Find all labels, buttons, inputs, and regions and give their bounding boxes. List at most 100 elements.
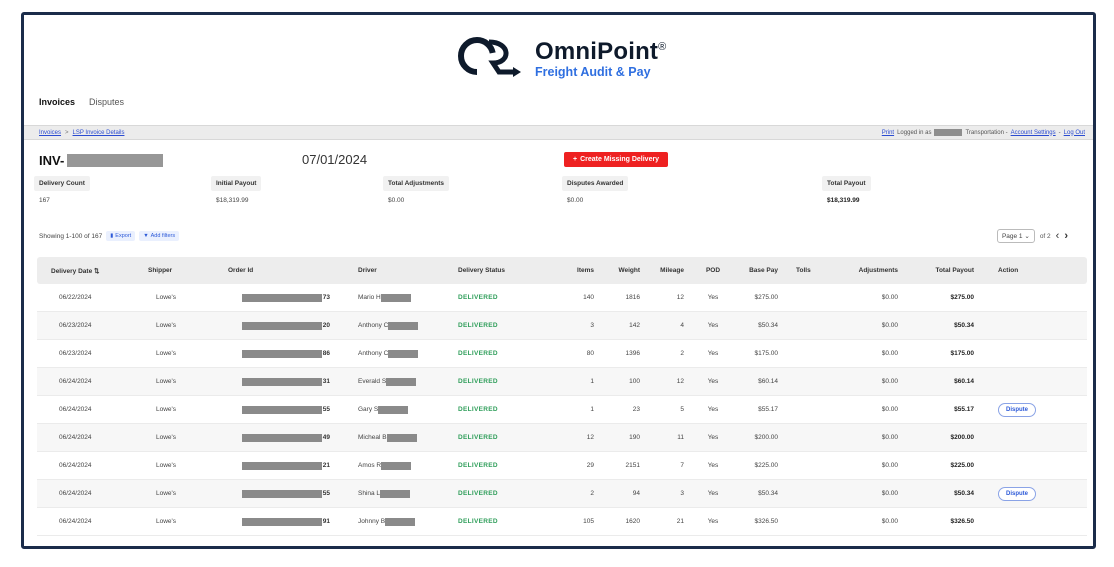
driver-name: Shina L <box>358 490 381 497</box>
account-settings-link[interactable]: Account Settings <box>1011 130 1056 136</box>
redacted-order-id <box>241 377 322 386</box>
cell-driver: Micheal B <box>348 433 448 442</box>
redacted-order-id <box>241 321 322 330</box>
header: OmniPoint® Freight Audit & Pay Invoices … <box>24 15 1093 125</box>
cell-items: 140 <box>583 294 594 301</box>
pagination: Page 1 ⌄ of 2 ‹ › <box>996 229 1068 243</box>
cell-items: 1 <box>590 378 594 385</box>
table-row[interactable]: 06/24/2024 Lowe's 55 Gary S DELIVERED 1 23 5 Yes… <box>37 396 1087 424</box>
breadcrumb-invoices[interactable]: Invoices <box>39 130 61 136</box>
cell-base-pay: $200.00 <box>754 434 779 441</box>
add-filters-button[interactable]: ▼ Add filters <box>139 231 180 241</box>
header-mileage: Mileage <box>660 267 684 274</box>
create-button-label: Create Missing Delivery <box>580 156 660 163</box>
order-id-suffix: 55 <box>322 490 330 497</box>
table-controls: Showing 1-100 of 167 ▮ Export ▼ Add filter… <box>24 228 1093 252</box>
cell-pod: Yes <box>707 378 719 385</box>
stat-disputes-awarded: Disputes Awarded $0.00 <box>562 176 629 204</box>
cell-pod: Yes <box>707 322 719 329</box>
log-out-link[interactable]: Log Out <box>1064 130 1085 136</box>
export-icon: ▮ <box>110 233 114 239</box>
table-row[interactable]: 06/24/2024 Lowe's 55 Shina L DELIVERED 2 94 3 Ye… <box>37 480 1087 508</box>
header-label: Delivery Date <box>51 267 93 275</box>
redacted-driver-name <box>388 321 419 330</box>
stat-total-adjustments: Total Adjustments $0.00 <box>383 176 449 204</box>
cell-order-id: 21 <box>218 461 348 470</box>
order-id-suffix: 55 <box>322 406 330 413</box>
header-delivery-date[interactable]: Delivery Date ⇅ <box>37 267 134 275</box>
cell-mileage: 21 <box>676 518 684 525</box>
prev-page-icon[interactable]: ‹ <box>1056 230 1060 242</box>
cell-shipper: Lowe's <box>156 406 177 413</box>
table-row[interactable]: 06/23/2024 Lowe's 20 Anthony C DELIVERED 3 142… <box>37 312 1087 340</box>
logged-in-company: Transportation - <box>965 129 1008 136</box>
dispute-button[interactable]: Dispute <box>998 403 1037 417</box>
redacted-driver-name <box>380 489 411 498</box>
page-select[interactable]: Page 1 ⌄ <box>996 229 1035 243</box>
cell-items: 105 <box>583 518 594 525</box>
cell-order-id: 91 <box>218 517 348 526</box>
create-missing-delivery-button[interactable]: + Create Missing Delivery <box>564 152 669 167</box>
redacted-driver-name <box>385 517 416 526</box>
cell-items: 1 <box>590 406 594 413</box>
header-order-id: Order Id <box>228 267 254 274</box>
cell-delivery-date: 06/23/2024 <box>59 322 92 329</box>
results-summary: Showing 1-100 of 167 ▮ Export ▼ Add filter… <box>39 231 180 241</box>
tab-disputes[interactable]: Disputes <box>89 97 124 107</box>
redacted-driver-name <box>380 293 411 302</box>
export-button[interactable]: ▮ Export <box>106 231 136 241</box>
stat-value: $0.00 <box>567 197 584 204</box>
cell-total-payout: $50.34 <box>954 322 974 329</box>
table-row[interactable]: 06/24/2024 Lowe's 31 Everald S DELIVERED 1 100… <box>37 368 1087 396</box>
table-row[interactable]: 06/22/2024 Lowe's 73 Mario H DELIVERED 140 181… <box>37 284 1087 312</box>
cell-delivery-date: 06/22/2024 <box>59 294 92 301</box>
cell-pod: Yes <box>707 490 719 497</box>
cell-mileage: 7 <box>680 462 684 469</box>
cell-items: 12 <box>586 434 594 441</box>
driver-name: Everald S <box>358 378 387 385</box>
table-row[interactable]: 06/24/2024 Lowe's 21 Amos R DELIVERED 29 2151 7… <box>37 452 1087 480</box>
cell-delivery-date: 06/24/2024 <box>59 406 92 413</box>
table-header: Delivery Date ⇅ Shipper Order Id Driver … <box>37 257 1087 284</box>
breadcrumb-lsp-invoice-details[interactable]: LSP Invoice Details <box>73 130 125 136</box>
order-id-suffix: 31 <box>322 378 330 385</box>
cell-driver: Johnny B <box>348 517 448 526</box>
header-tolls: Tolls <box>796 267 811 274</box>
cell-total-payout: $60.14 <box>954 378 974 385</box>
table-row[interactable]: 06/23/2024 Lowe's 86 Anthony C DELIVERED 80 13… <box>37 340 1087 368</box>
cell-delivery-date: 06/24/2024 <box>59 434 92 441</box>
dispute-button[interactable]: Dispute <box>998 487 1037 501</box>
table-row[interactable]: 06/24/2024 Lowe's 49 Micheal B DELIVERED 12 19… <box>37 424 1087 452</box>
header-action: Action <box>998 267 1019 274</box>
cell-order-id: 31 <box>218 377 348 386</box>
cell-base-pay: $225.00 <box>754 462 779 469</box>
header-pod: POD <box>705 267 721 274</box>
print-link[interactable]: Print <box>882 130 894 136</box>
cell-shipper: Lowe's <box>156 294 177 301</box>
invoice-stats: Delivery Count 167 Initial Payout $18,31… <box>24 176 1093 228</box>
driver-name: Gary S <box>358 406 379 413</box>
stat-total-payout: Total Payout $18,319.99 <box>822 176 871 204</box>
driver-name: Mario H <box>358 294 381 301</box>
cell-shipper: Lowe's <box>156 490 177 497</box>
cell-delivery-status: DELIVERED <box>458 462 498 469</box>
cell-total-payout: $275.00 <box>950 294 975 301</box>
stat-initial-payout: Initial Payout $18,319.99 <box>211 176 262 204</box>
invoice-number: INV- <box>39 153 164 168</box>
plus-icon: + <box>573 156 578 163</box>
redacted-driver-name <box>386 377 417 386</box>
cell-pod: Yes <box>707 294 719 301</box>
brand-tagline: Freight Audit & Pay <box>535 64 651 79</box>
links-separator: - <box>1058 129 1061 136</box>
next-page-icon[interactable]: › <box>1064 230 1068 242</box>
cell-delivery-status: DELIVERED <box>458 406 498 413</box>
cell-order-id: 86 <box>218 349 348 358</box>
cell-mileage: 5 <box>680 406 684 413</box>
stat-label: Disputes Awarded <box>562 176 629 191</box>
cell-delivery-date: 06/24/2024 <box>59 462 92 469</box>
cell-weight: 1816 <box>625 294 640 301</box>
tab-invoices[interactable]: Invoices <box>39 97 75 107</box>
breadcrumb-separator: > <box>65 129 69 136</box>
table-row[interactable]: 06/24/2024 Lowe's 91 Johnny B DELIVERED 105 16… <box>37 508 1087 536</box>
brand-name: OmniPoint® <box>535 37 667 65</box>
